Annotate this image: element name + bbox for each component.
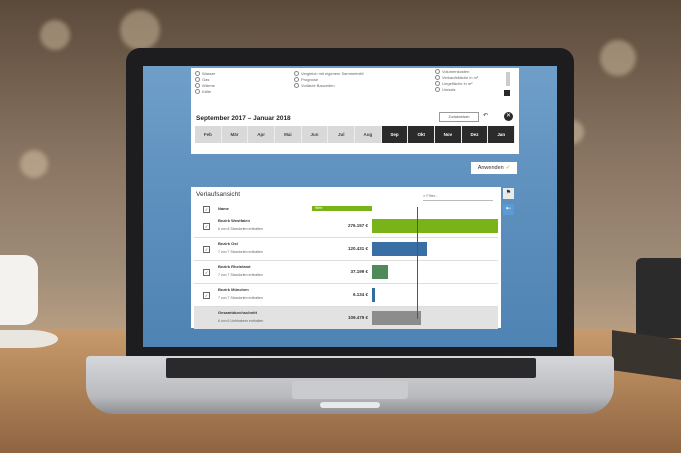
collapse-icon[interactable] (504, 90, 510, 96)
keyboard (166, 358, 536, 378)
option-gas[interactable]: Gas (195, 77, 209, 82)
row-checkbox[interactable]: ✓ (203, 292, 210, 299)
camera (636, 258, 681, 338)
col-value-header[interactable]: Wert (312, 206, 372, 211)
row-value: 120.431 € (347, 246, 368, 251)
month-mai[interactable]: Mai (275, 126, 302, 143)
overview-title: Verlaufsansicht (196, 191, 241, 198)
row-value: 276.157 € (347, 223, 368, 228)
search-icon: ⌕ (423, 193, 426, 198)
option-vergleich[interactable]: Vergleich mit eigenem Sammelmittl (294, 71, 363, 76)
row-subtitle: 6 von 6 Standorten enthalten (218, 227, 263, 231)
row-checkbox[interactable]: ✓ (203, 269, 210, 276)
table-row[interactable]: ✓ Bezirk Rheinland 7 von 7 Standorten enth… (194, 261, 498, 284)
row-value: 37.199 € (350, 269, 368, 274)
bokeh-light (20, 150, 48, 178)
table-row[interactable]: ✓ Bezirk Westfalen 6 von 6 Standorten enth… (194, 215, 498, 238)
apply-label: Anwenden (477, 165, 504, 171)
row-name: Bezirk Ost (218, 241, 238, 246)
month-selector: Feb Mär Apr Mai Jun Jul Aug Sep Okt Nov Dez Jan (195, 126, 516, 143)
table-row[interactable]: ✓ Bezirk München 7 von 7 Standorten enthal… (194, 284, 498, 307)
option-wasser[interactable]: Wasser (195, 71, 215, 76)
bokeh-light (600, 40, 636, 76)
option-volumenkosten[interactable]: Volumenkosten (435, 69, 469, 74)
option-prognose[interactable]: Prognose (294, 77, 318, 82)
row-name: Bezirk Rheinland (218, 264, 251, 269)
row-checkbox[interactable]: ✓ (203, 223, 210, 230)
row-value: 109.479 € (347, 315, 368, 320)
filter-panel: Wasser Gas Wärme Kälte Vergleich mit eig… (191, 68, 519, 154)
row-bar (372, 288, 375, 302)
filter-input[interactable]: ⌕ Filter... (423, 193, 493, 201)
flag-icon[interactable]: ⚑ (503, 188, 514, 199)
trackpad (292, 381, 408, 399)
saucer (0, 330, 58, 348)
close-icon[interactable]: ✕ (504, 112, 513, 121)
options-scrollbar[interactable] (506, 72, 510, 86)
table-header: ✓ Name Wert (194, 205, 498, 213)
bokeh-light (40, 20, 70, 50)
filter-placeholder: Filter... (426, 193, 439, 198)
row-bar (372, 242, 428, 256)
month-jun[interactable]: Jun (301, 126, 329, 143)
month-apr[interactable]: Apr (248, 126, 276, 143)
undo-icon[interactable]: ↶ (483, 112, 488, 119)
check-icon: ✓ (505, 165, 511, 171)
row-name: Gesamtdurchschnitt (218, 310, 257, 315)
row-bar (372, 265, 389, 279)
range-title: September 2017 – Januar 2018 (196, 115, 291, 122)
coffee-cup (0, 255, 38, 325)
row-subtitle: 7 von 7 Standorten enthalten (218, 296, 263, 300)
month-sep[interactable]: Sep (381, 126, 409, 143)
row-name: Bezirk Westfalen (218, 218, 250, 223)
col-name-header: Name (218, 206, 229, 211)
total-row[interactable]: Gesamtdurchschnitt 6 von 6 Liebhabern ent… (194, 307, 498, 329)
row-checkbox[interactable]: ✓ (203, 246, 210, 253)
month-aug[interactable]: Aug (355, 126, 382, 143)
average-line (417, 207, 418, 319)
month-feb[interactable]: Feb (195, 126, 222, 143)
month-dez[interactable]: Dez (461, 126, 489, 143)
option-umsatz[interactable]: Umsatz (435, 87, 456, 92)
month-jul[interactable]: Jul (328, 126, 356, 143)
select-all-checkbox[interactable]: ✓ (203, 206, 210, 213)
month-mär[interactable]: Mär (221, 126, 249, 143)
row-name: Bezirk München (218, 287, 249, 292)
table-row[interactable]: ✓ Bezirk Ost 7 von 7 Standorten enthalten 1… (194, 238, 498, 261)
row-subtitle: 7 von 7 Standorten enthalten (218, 250, 263, 254)
row-bar (372, 219, 498, 233)
expand-icon[interactable]: ⇤ (503, 204, 514, 215)
lid-notch (320, 402, 380, 408)
row-subtitle: 7 von 7 Standorten enthalten (218, 273, 263, 277)
month-nov[interactable]: Nov (435, 126, 462, 143)
overview-panel: Verlaufsansicht ⌕ Filter... ✓ Name Wert … (191, 187, 501, 329)
laptop-screen: Wasser Gas Wärme Kälte Vergleich mit eig… (143, 66, 557, 347)
month-jan[interactable]: Jan (488, 126, 516, 143)
option-vorlaeufe[interactable]: Vorläufe Bauzeiten (294, 83, 335, 88)
option-liegeflaeche[interactable]: Liegefläche in m² (435, 81, 472, 86)
row-subtitle: 6 von 6 Liebhabern enthalten (218, 319, 264, 323)
month-okt[interactable]: Okt (408, 126, 436, 143)
option-verkaufsflaeche[interactable]: Verkaufsfläche in m² (435, 75, 478, 80)
option-waerme[interactable]: Wärme (195, 83, 215, 88)
apply-button[interactable]: Anwenden ✓ (471, 162, 517, 174)
row-bar (372, 311, 422, 325)
row-value: 6.134 € (352, 292, 368, 297)
option-kaelte[interactable]: Kälte (195, 89, 211, 94)
bokeh-light (120, 10, 160, 50)
reset-button[interactable]: Zurücksetzen (439, 112, 479, 122)
